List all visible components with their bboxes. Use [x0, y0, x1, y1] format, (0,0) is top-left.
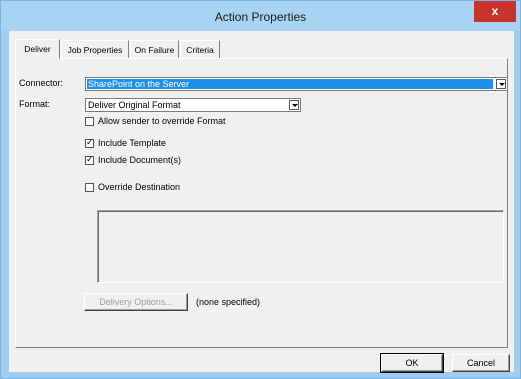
format-label: Format: — [19, 99, 51, 109]
chevron-down-icon[interactable] — [289, 100, 299, 110]
connector-dropdown[interactable]: SharePoint on the Server — [85, 77, 508, 91]
include-template-checkbox[interactable] — [85, 137, 94, 148]
connector-label: Connector: — [19, 78, 64, 88]
include-documents-label: Include Document(s) — [98, 155, 182, 165]
window-title: Action Properties — [214, 10, 307, 24]
include-documents-checkbox[interactable] — [85, 154, 94, 165]
title-bar[interactable]: Action Properties x — [1, 1, 520, 31]
cancel-button[interactable]: Cancel — [452, 354, 510, 372]
delivery-options-status: (none specified) — [196, 297, 261, 307]
tab-deliver[interactable]: Deliver — [15, 39, 60, 59]
ok-button[interactable]: OK — [380, 353, 444, 373]
action-properties-window: Action Properties x Deliver Job Properti… — [0, 0, 521, 379]
override-destination-area[interactable] — [97, 210, 504, 283]
override-destination-label: Override Destination — [98, 182, 181, 192]
close-button[interactable]: x — [474, 1, 516, 22]
format-dropdown[interactable]: Deliver Original Format — [85, 98, 301, 112]
format-value: Deliver Original Format — [88, 100, 181, 110]
dialog-client-area: Deliver Job Properties On Failure Criter… — [9, 31, 514, 373]
allow-override-checkbox[interactable] — [85, 117, 94, 126]
tab-criteria[interactable]: Criteria — [180, 40, 220, 58]
override-destination-checkbox[interactable] — [85, 183, 94, 192]
tab-job-properties[interactable]: Job Properties — [61, 40, 129, 58]
delivery-options-button[interactable]: Delivery Options... — [84, 293, 188, 311]
tab-on-failure[interactable]: On Failure — [130, 40, 179, 58]
chevron-down-icon[interactable] — [496, 79, 506, 89]
connector-value: SharePoint on the Server — [87, 79, 493, 89]
include-template-label: Include Template — [98, 138, 166, 148]
allow-override-label: Allow sender to override Format — [98, 116, 226, 126]
